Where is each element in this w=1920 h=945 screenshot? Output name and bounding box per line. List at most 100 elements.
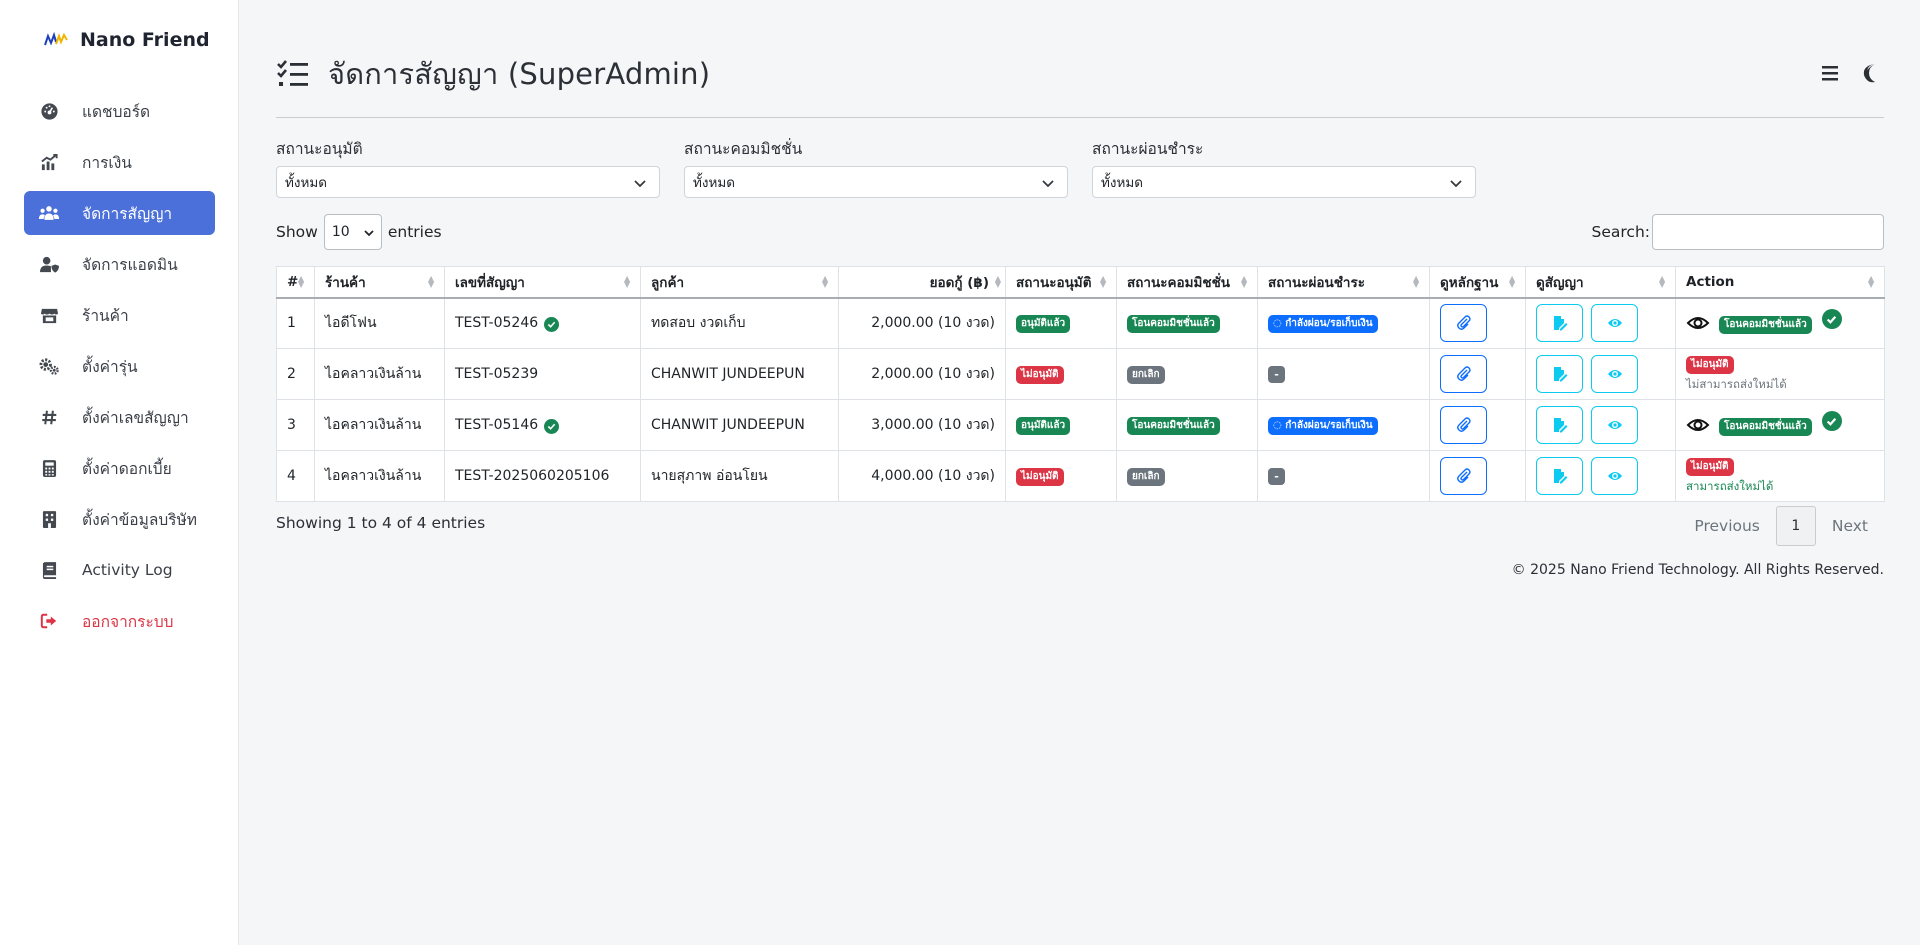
sort-icon: ▲ ▼ [624, 274, 631, 289]
sidebar-item-activity-log[interactable]: Activity Log [24, 548, 215, 592]
entries-per-page-select[interactable]: 10 [323, 214, 382, 250]
sidebar-item-interest[interactable]: ตั้งค่าดอกเบี้ย [24, 446, 215, 490]
edit-contract-button[interactable] [1536, 355, 1583, 393]
user-shield-icon [38, 253, 60, 275]
installment-badge: - [1268, 467, 1285, 485]
sort-icon: ▲ ▼ [1413, 274, 1420, 289]
contract-cell: TEST-05146 [444, 399, 641, 451]
column-header[interactable]: ยอดกู้ (฿) ▲ ▼ [838, 266, 1006, 299]
chevron-down-icon [634, 180, 646, 188]
column-header[interactable]: Action ▲ ▼ [1675, 266, 1885, 299]
edit-contract-button[interactable] [1536, 457, 1583, 495]
commission-status-select[interactable]: ทั้งหมด [684, 166, 1068, 198]
brand[interactable]: Nano Friend [44, 26, 210, 54]
column-header[interactable]: ร้านค้า ▲ ▼ [314, 266, 445, 299]
calculator-icon [38, 457, 60, 479]
action-cell: ไม่อนุมัติ สามารถส่งใหม่ได้ [1675, 450, 1885, 502]
sidebar-item-company[interactable]: ตั้งค่าข้อมูลบริษัท [24, 497, 215, 541]
page-length-control: Show 10 entries [276, 214, 442, 250]
sidebar-item-models[interactable]: ตั้งค่ารุ่น [24, 344, 215, 388]
row-number: 3 [276, 399, 315, 451]
commission-badge: โอนคอมมิชชั่นแล้ว [1127, 314, 1220, 333]
view-contract-button[interactable] [1591, 355, 1639, 393]
view-evidence-button[interactable] [1440, 457, 1487, 495]
edit-contract-button[interactable] [1536, 406, 1583, 444]
view-contract-button[interactable] [1591, 304, 1639, 343]
eye-outline-icon[interactable] [1686, 311, 1710, 335]
eye-icon [1607, 421, 1622, 429]
gauge-icon [38, 100, 60, 122]
check-circle-icon [1821, 309, 1842, 330]
verified-check-icon [544, 316, 560, 332]
column-header[interactable]: เลขที่สัญญา ▲ ▼ [444, 266, 641, 299]
column-header[interactable]: ดูหลักฐาน ▲ ▼ [1429, 266, 1526, 299]
page-header: จัดการสัญญา (SuperAdmin) [276, 53, 1884, 95]
column-header[interactable]: สถานะผ่อนชำระ ▲ ▼ [1257, 266, 1430, 299]
shop-cell: ไอดีโฟน [314, 297, 445, 349]
search-input[interactable] [1652, 214, 1884, 250]
approval-cell: ไม่อนุมัติ [1005, 348, 1117, 400]
approval-badge: อนุมัติแล้ว [1016, 416, 1071, 435]
installment-cell: ◌ กำลังผ่อน/รอเก็บเงิน [1257, 399, 1430, 451]
menu-icon[interactable] [1818, 61, 1842, 85]
next-page-button[interactable]: Next [1816, 506, 1884, 546]
select-value: ทั้งหมด [693, 175, 736, 191]
sidebar-item-contract-number[interactable]: ตั้งค่าเลขสัญญา [24, 395, 215, 439]
edit-contract-button[interactable] [1536, 304, 1583, 343]
logout-icon [38, 610, 60, 632]
customer-cell: ทดสอบ งวดเก็บ [640, 297, 839, 349]
column-header-label: ร้านค้า [325, 274, 366, 291]
installment-label: กำลังผ่อน/รอเก็บเงิน [1285, 419, 1373, 431]
sidebar-item-admins[interactable]: จัดการแอดมิน [24, 242, 215, 286]
search-label: Search: [1591, 223, 1650, 241]
previous-page-button[interactable]: Previous [1678, 506, 1776, 546]
contract-cell: TEST-05246 [444, 297, 641, 349]
sidebar-item-logout[interactable]: ออกจากระบบ [24, 599, 215, 643]
commission-badge: ยกเลิก [1127, 467, 1165, 486]
commission-badge: โอนคอมมิชชั่นแล้ว [1127, 416, 1220, 435]
filter-label: สถานะผ่อนชำระ [1092, 140, 1204, 158]
contract-view-cell [1525, 399, 1676, 451]
sort-icon: ▲ ▼ [298, 274, 305, 289]
column-header[interactable]: ดูสัญญา ▲ ▼ [1525, 266, 1676, 299]
entries-label: entries [387, 223, 442, 241]
sidebar-item-stores[interactable]: ร้านค้า [24, 293, 215, 337]
installment-status-select[interactable]: ทั้งหมด [1092, 166, 1476, 198]
chevron-down-icon [1042, 180, 1054, 188]
sidebar-item-dashboard[interactable]: แดชบอร์ด [24, 89, 215, 133]
eye-outline-icon[interactable] [1686, 413, 1710, 437]
brand-logo-icon [44, 32, 68, 46]
approval-cell: อนุมัติแล้ว [1005, 297, 1117, 349]
view-contract-button[interactable] [1591, 406, 1639, 444]
column-header[interactable]: ลูกค้า ▲ ▼ [640, 266, 839, 299]
contract-view-cell [1525, 297, 1676, 349]
view-evidence-button[interactable] [1440, 406, 1487, 444]
column-header-label: ยอดกู้ (฿) [929, 274, 989, 291]
table-row: 1 ไอดีโฟน TEST-05246 ทดสอบ งวดเก็บ 2,000… [276, 297, 1885, 349]
customer-cell: นายสุภาพ อ่อนโยน [640, 450, 839, 502]
chart-line-icon [38, 151, 60, 173]
sidebar-item-label: ออกจากระบบ [82, 612, 174, 631]
column-header[interactable]: สถานะคอมมิชชั่น ▲ ▼ [1116, 266, 1258, 299]
page-1-button[interactable]: 1 [1775, 506, 1816, 546]
sort-icon: ▲ ▼ [428, 274, 435, 289]
moon-icon[interactable] [1860, 61, 1884, 85]
action-cell: โอนคอมมิชชั่นแล้ว [1675, 297, 1885, 349]
commission-badge: ยกเลิก [1127, 365, 1165, 384]
row-number: 1 [276, 297, 315, 349]
sort-icon: ▲ ▼ [1509, 274, 1516, 289]
filter-label: สถานะคอมมิชชั่น [684, 140, 803, 158]
view-evidence-button[interactable] [1440, 304, 1487, 343]
column-header[interactable]: # ▲ ▼ [276, 266, 315, 299]
approval-status-select[interactable]: ทั้งหมด [276, 166, 660, 198]
view-evidence-button[interactable] [1440, 355, 1487, 393]
column-header[interactable]: สถานะอนุมัติ ▲ ▼ [1005, 266, 1117, 299]
installment-cell: ◌ กำลังผ่อน/รอเก็บเงิน [1257, 297, 1430, 349]
sidebar-item-contracts[interactable]: จัดการสัญญา [24, 191, 215, 235]
file-signature-icon [1553, 418, 1567, 433]
view-contract-button[interactable] [1591, 457, 1639, 495]
action-note[interactable]: สามารถส่งใหม่ได้ [1686, 478, 1884, 496]
sidebar-item-finance[interactable]: การเงิน [24, 140, 215, 184]
filter-commission: สถานะคอมมิชชั่น ทั้งหมด [684, 136, 1068, 198]
users-icon [38, 202, 60, 224]
